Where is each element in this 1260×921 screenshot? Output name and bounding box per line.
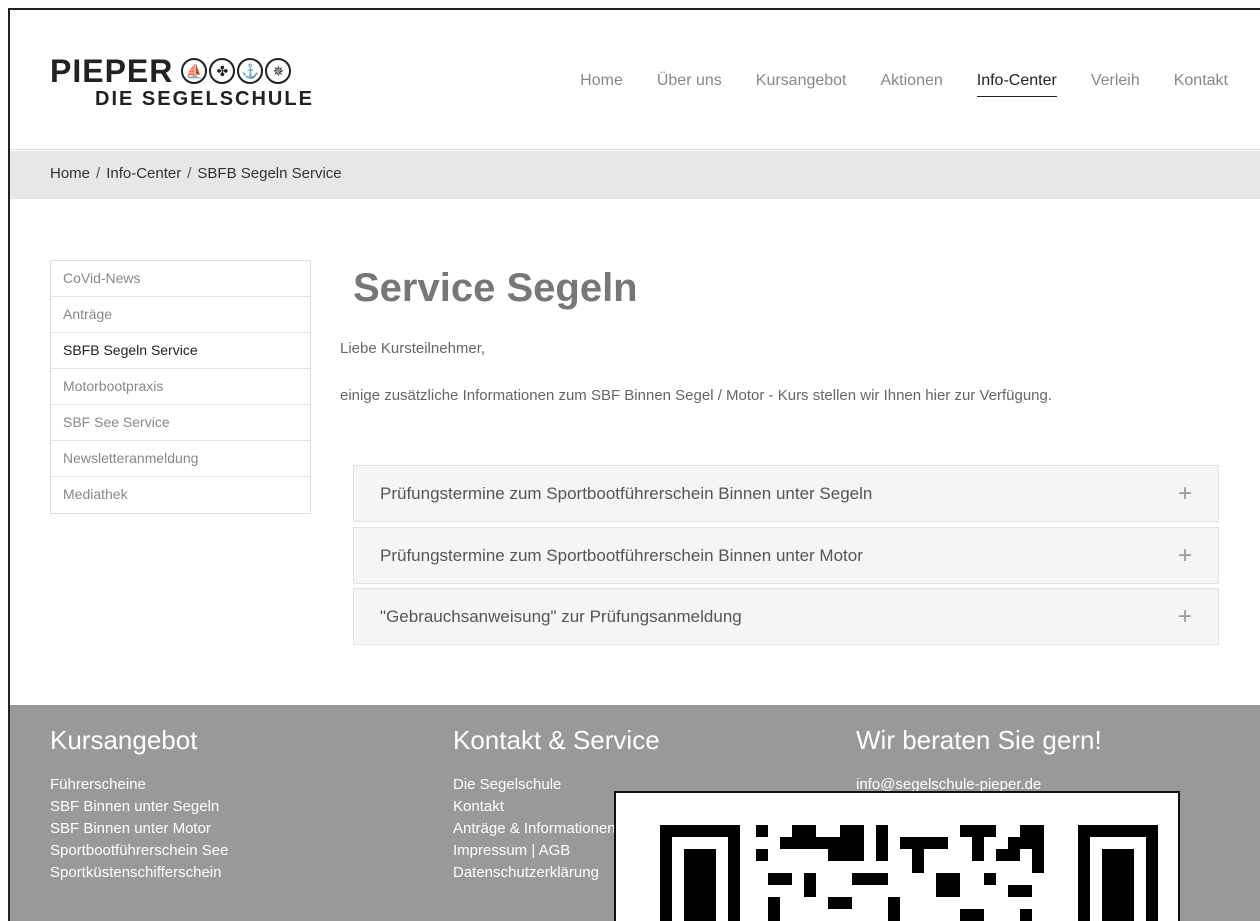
main-content: Service Segeln Liebe Kursteilnehmer, ein…	[340, 260, 1220, 645]
expand-plus-icon[interactable]: +	[1178, 603, 1192, 631]
breadcrumb-info-center[interactable]: Info-Center	[106, 165, 181, 182]
footer-col-beratung: Wir beraten Sie gern! info@segelschule-p…	[856, 725, 1102, 796]
sidebar-item-covid-news[interactable]: CoVid-News	[51, 261, 310, 297]
logo-icons: ⛵ ✤ ⚓ ✵	[181, 58, 292, 84]
logo-subtitle: DIE SEGELSCHULE	[95, 88, 314, 110]
logo[interactable]: PIEPER ⛵ ✤ ⚓ ✵ DIE SEGELSCHULE	[50, 53, 314, 111]
breadcrumb-current: SBFB Segeln Service	[197, 165, 342, 182]
footer-col-kursangebot: Kursangebot Führerscheine SBF Binnen unt…	[50, 725, 228, 884]
nav-ueber-uns[interactable]: Über uns	[657, 72, 722, 97]
nav-kursangebot[interactable]: Kursangebot	[756, 72, 847, 97]
helm-icon: ✵	[265, 58, 292, 84]
propeller-icon: ✤	[209, 58, 236, 84]
sidebar-item-newsletteranmeldung[interactable]: Newsletteranmeldung	[51, 441, 310, 477]
page: PIEPER ⛵ ✤ ⚓ ✵ DIE SEGELSCHULE Home Über…	[8, 8, 1260, 921]
sidebar-item-mediathek[interactable]: Mediathek	[51, 477, 310, 513]
accordion-label: Prüfungstermine zum Sportbootführerschei…	[380, 483, 873, 503]
breadcrumb-home[interactable]: Home	[50, 165, 90, 182]
sidebar-item-sbfb-segeln-service[interactable]: SBFB Segeln Service	[51, 333, 310, 369]
footer-link[interactable]: Führerscheine	[50, 774, 228, 796]
accordion-label: Prüfungstermine zum Sportbootführerschei…	[380, 545, 863, 565]
nav-kontakt[interactable]: Kontakt	[1174, 72, 1228, 97]
footer-link[interactable]: Sportküstenschifferschein	[50, 862, 228, 884]
anchor-icon: ⚓	[237, 58, 264, 84]
footer-link[interactable]: SBF Binnen unter Segeln	[50, 796, 228, 818]
accordion-label: "Gebrauchsanweisung" zur Prüfungsanmeldu…	[380, 606, 742, 626]
footer-link[interactable]: SBF Binnen unter Motor	[50, 818, 228, 840]
sidebar-item-motorbootpraxis[interactable]: Motorbootpraxis	[51, 369, 310, 405]
logo-name: PIEPER	[50, 53, 174, 89]
page-title: Service Segeln	[353, 266, 638, 310]
qr-code-icon	[616, 793, 1178, 921]
accordion-item-segeln[interactable]: Prüfungstermine zum Sportbootführerschei…	[353, 465, 1219, 522]
nav-home[interactable]: Home	[580, 72, 623, 97]
sidebar-item-antraege[interactable]: Anträge	[51, 297, 310, 333]
main-nav: Home Über uns Kursangebot Aktionen Info-…	[580, 72, 1228, 97]
footer-heading: Kontakt & Service	[453, 725, 660, 755]
accordion-item-motor[interactable]: Prüfungstermine zum Sportbootführerschei…	[353, 527, 1219, 584]
breadcrumb-separator: /	[96, 165, 101, 182]
sailboat-icon: ⛵	[181, 58, 208, 84]
footer-link[interactable]: Sportbootführerschein See	[50, 840, 228, 862]
nav-verleih[interactable]: Verleih	[1091, 72, 1140, 97]
accordion-item-gebrauchsanweisung[interactable]: "Gebrauchsanweisung" zur Prüfungsanmeldu…	[353, 588, 1219, 645]
sidebar-item-sbf-see-service[interactable]: SBF See Service	[51, 405, 310, 441]
sidebar-menu: CoVid-News Anträge SBFB Segeln Service M…	[50, 260, 311, 514]
breadcrumb-separator: /	[187, 165, 192, 182]
nav-aktionen[interactable]: Aktionen	[881, 72, 943, 97]
nav-info-center[interactable]: Info-Center	[976, 72, 1057, 97]
qr-code-overlay	[614, 791, 1180, 921]
site-header: PIEPER ⛵ ✤ ⚓ ✵ DIE SEGELSCHULE Home Über…	[10, 10, 1260, 150]
expand-plus-icon[interactable]: +	[1178, 542, 1192, 570]
intro-greeting: Liebe Kursteilnehmer,	[340, 340, 486, 357]
intro-text: einige zusätzliche Informationen zum SBF…	[340, 387, 1053, 404]
expand-plus-icon[interactable]: +	[1178, 480, 1192, 508]
footer-heading: Kursangebot	[50, 725, 198, 755]
footer-heading: Wir beraten Sie gern!	[856, 725, 1102, 755]
breadcrumb: Home / Info-Center / SBFB Segeln Service	[10, 151, 1260, 199]
